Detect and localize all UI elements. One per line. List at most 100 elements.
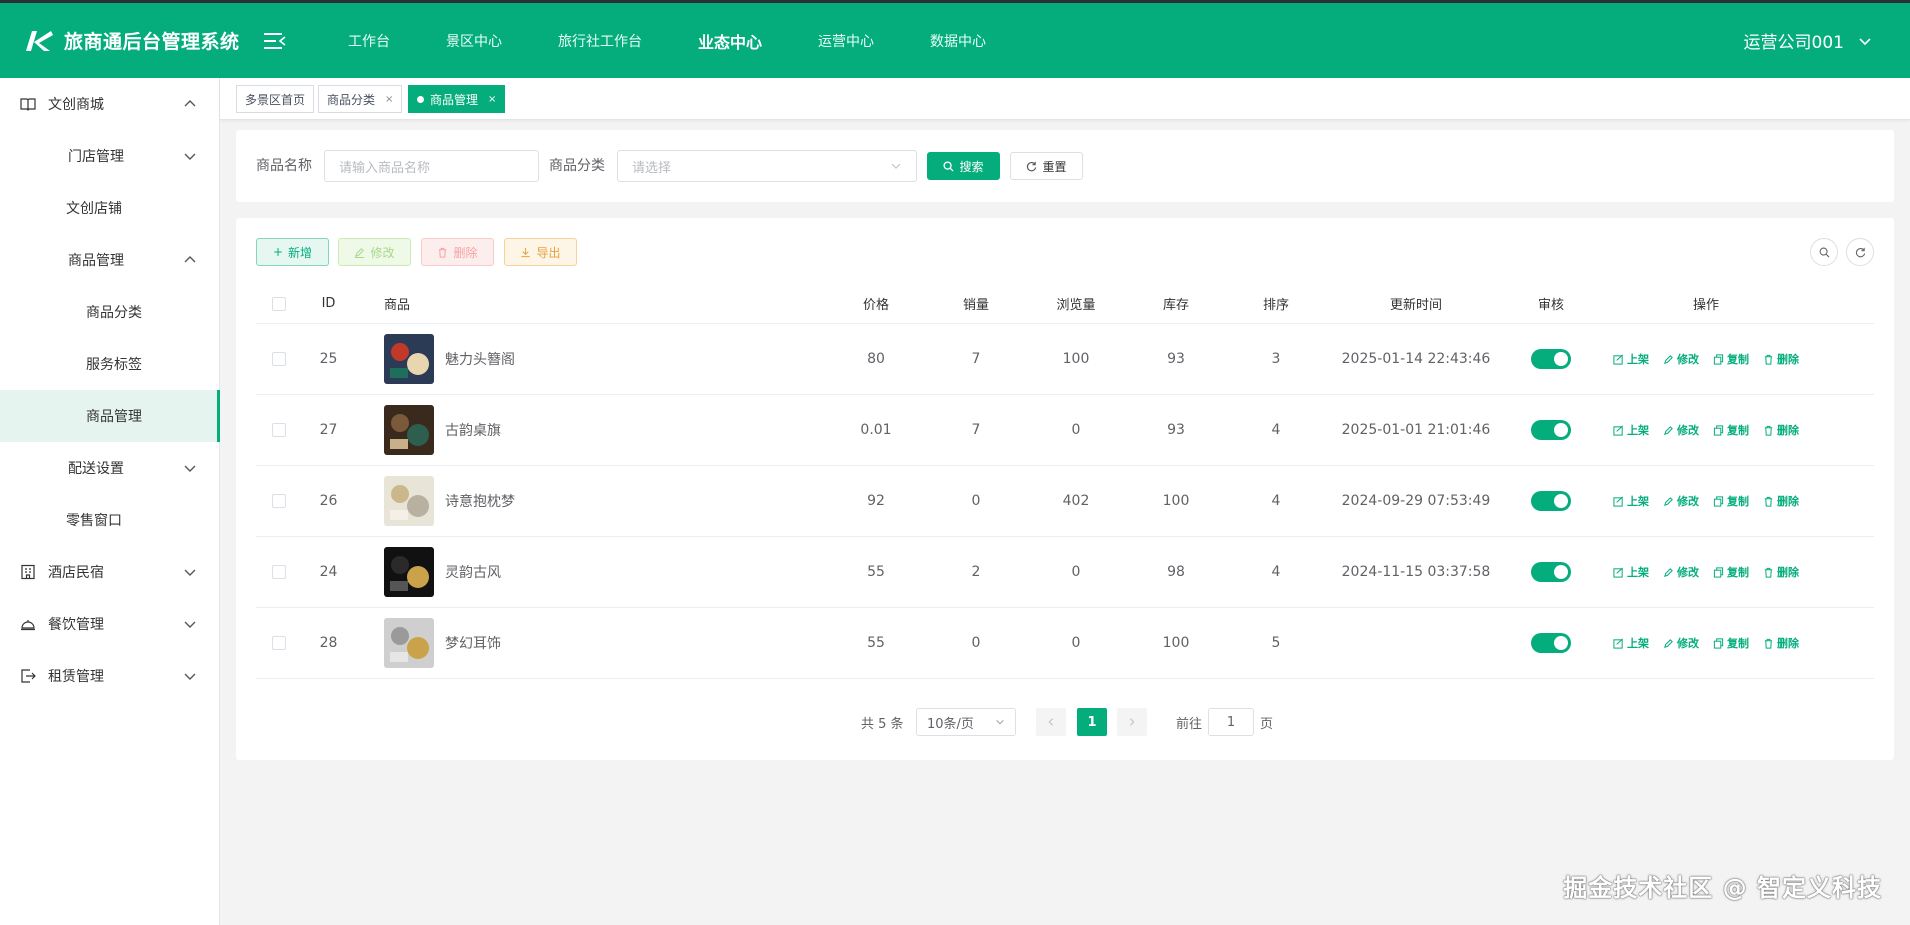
sidebar-item-service-tags[interactable]: 服务标签 (0, 338, 219, 390)
page-1-button[interactable]: 1 (1077, 708, 1107, 736)
delete-button[interactable]: 删除 (421, 238, 494, 266)
delete-row-button[interactable]: 删除 (1763, 422, 1799, 438)
cell-views: 0 (1071, 422, 1081, 438)
sidebar-group-dining[interactable]: 餐饮管理 (0, 598, 219, 650)
product-name[interactable]: 古韵桌旗 (445, 420, 501, 440)
row-checkbox[interactable] (272, 565, 286, 579)
audit-switch[interactable] (1531, 349, 1571, 369)
sidebar-item-retail-window[interactable]: 零售窗口 (0, 494, 219, 546)
nav-data-center[interactable]: 数据中心 (902, 31, 1014, 51)
edit-row-button[interactable]: 修改 (1663, 422, 1699, 438)
shelf-button[interactable]: 上架 (1613, 493, 1649, 509)
action-label: 复制 (1727, 424, 1749, 437)
prev-page-button[interactable] (1036, 708, 1066, 736)
shelf-button[interactable]: 上架 (1613, 351, 1649, 367)
app-title: 旅商通后台管理系统 (64, 31, 240, 53)
row-checkbox[interactable] (272, 494, 286, 508)
sidebar-group-rental[interactable]: 租赁管理 (0, 650, 219, 702)
add-button[interactable]: + 新增 (256, 238, 329, 266)
sidebar-item-delivery[interactable]: 配送设置 (0, 442, 219, 494)
sidebar-label: 服务标签 (86, 357, 142, 373)
edit-button[interactable]: 修改 (338, 238, 411, 266)
product-thumbnail (384, 334, 434, 384)
product-name-input[interactable]: 请输入商品名称 (324, 150, 539, 182)
nav-workbench[interactable]: 工作台 (320, 31, 418, 51)
audit-switch[interactable] (1531, 420, 1571, 440)
edit-row-button[interactable]: 修改 (1663, 351, 1699, 367)
product-name[interactable]: 梦幻耳饰 (445, 633, 501, 653)
delete-row-button[interactable]: 删除 (1763, 351, 1799, 367)
copy-row-button[interactable]: 复制 (1713, 422, 1749, 438)
reset-button[interactable]: 重置 (1010, 152, 1083, 180)
copy-row-button[interactable]: 复制 (1713, 635, 1749, 651)
col-product: 商品 (384, 298, 411, 313)
export-button[interactable]: 导出 (504, 238, 577, 266)
row-checkbox[interactable] (272, 352, 286, 366)
copy-row-button[interactable]: 复制 (1713, 493, 1749, 509)
sidebar-item-product-mgmt[interactable]: 商品管理 (0, 234, 219, 286)
sidebar-item-store-mgmt[interactable]: 门店管理 (0, 130, 219, 182)
nav-scenic-center[interactable]: 景区中心 (418, 31, 530, 51)
edit-row-button[interactable]: 修改 (1663, 564, 1699, 580)
goto-page-input[interactable]: 1 (1208, 708, 1255, 736)
product-name[interactable]: 诗意抱枕梦 (445, 491, 515, 511)
edit-row-button[interactable]: 修改 (1663, 635, 1699, 651)
sidebar: 文创商城 门店管理 文创店铺 商品管理 商品分类 服务标签 商品管理 配送设置 … (0, 78, 220, 925)
toggle-search-button[interactable] (1810, 238, 1838, 266)
cell-stock: 100 (1162, 493, 1190, 509)
copy-icon (1713, 495, 1724, 507)
menu-collapse-icon[interactable] (264, 33, 286, 49)
product-category-select[interactable]: 请选择 (617, 150, 917, 182)
table-row: 24 灵韵古风 55 2 0 98 4 2024-11-15 03:37:58 … (256, 537, 1874, 608)
edit-row-button[interactable]: 修改 (1663, 493, 1699, 509)
nav-agency-workbench[interactable]: 旅行社工作台 (530, 31, 670, 51)
action-label: 复制 (1727, 566, 1749, 579)
cell-sort: 3 (1271, 351, 1281, 367)
table-row: 26 诗意抱枕梦 92 0 402 100 4 2024-09-29 07:53… (256, 466, 1874, 537)
shelf-button[interactable]: 上架 (1613, 422, 1649, 438)
cell-sort: 4 (1271, 493, 1281, 509)
logo: 旅商通后台管理系统 (24, 3, 240, 78)
nav-operation-center[interactable]: 运营中心 (790, 31, 902, 51)
cell-views: 402 (1062, 493, 1090, 509)
sidebar-group-wenchuang[interactable]: 文创商城 (0, 78, 219, 130)
button-label: 新增 (288, 245, 313, 260)
action-label: 上架 (1627, 424, 1649, 437)
close-icon[interactable]: × (488, 94, 496, 105)
delete-row-button[interactable]: 删除 (1763, 635, 1799, 651)
sidebar-item-product-list[interactable]: 商品管理 (0, 390, 220, 442)
audit-switch[interactable] (1531, 633, 1571, 653)
tab-product-mgmt[interactable]: 商品管理 × (408, 85, 506, 113)
delete-row-button[interactable]: 删除 (1763, 493, 1799, 509)
shelf-button[interactable]: 上架 (1613, 635, 1649, 651)
sidebar-item-product-category[interactable]: 商品分类 (0, 286, 219, 338)
search-button[interactable]: 搜索 (927, 152, 1000, 180)
refresh-table-button[interactable] (1846, 238, 1874, 266)
total-count: 共 5 条 (861, 716, 904, 732)
product-name[interactable]: 灵韵古风 (445, 562, 501, 582)
user-menu[interactable]: 运营公司001 (1744, 3, 1872, 78)
tab-home[interactable]: 多景区首页 (236, 85, 315, 113)
copy-row-button[interactable]: 复制 (1713, 564, 1749, 580)
row-checkbox[interactable] (272, 636, 286, 650)
row-checkbox[interactable] (272, 423, 286, 437)
cell-stock: 93 (1167, 351, 1185, 367)
audit-switch[interactable] (1531, 491, 1571, 511)
next-page-button[interactable] (1117, 708, 1147, 736)
sidebar-group-hotel[interactable]: 酒店民宿 (0, 546, 219, 598)
close-icon[interactable]: × (385, 94, 393, 105)
shelf-button[interactable]: 上架 (1613, 564, 1649, 580)
page-size-select[interactable]: 10条/页 (916, 708, 1016, 736)
select-all-checkbox[interactable] (272, 296, 286, 311)
nav-business-center[interactable]: 业态中心 (670, 29, 790, 53)
product-name[interactable]: 魅力头簪阁 (445, 349, 515, 369)
tab-product-category[interactable]: 商品分类 × (318, 85, 403, 113)
cell-audit (1516, 608, 1586, 678)
audit-switch[interactable] (1531, 562, 1571, 582)
goto-label: 前往 (1176, 716, 1203, 732)
delete-row-button[interactable]: 删除 (1763, 564, 1799, 580)
sidebar-item-shop[interactable]: 文创店铺 (0, 182, 219, 234)
sidebar-label: 租赁管理 (48, 669, 104, 685)
product-thumbnail (384, 547, 434, 597)
copy-row-button[interactable]: 复制 (1713, 351, 1749, 367)
